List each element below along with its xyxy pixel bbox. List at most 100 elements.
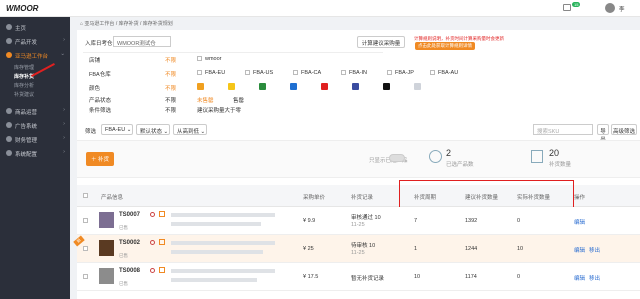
table-row[interactable]: 新 TS0002 已售 ¥ 25 待审核 10 11-25 1 1244 10 … (73, 235, 640, 263)
product-thumbnail[interactable] (99, 240, 114, 256)
info-icon[interactable] (159, 267, 165, 273)
fba-option[interactable]: FBA-EU (205, 70, 225, 76)
sidebar-item-ads[interactable]: 广告系统 › (0, 118, 70, 133)
sidebar-subitem[interactable]: 库存管理 (14, 64, 34, 71)
breadcrumb-item[interactable]: 库存补货 (119, 21, 139, 27)
checkbox[interactable] (245, 70, 250, 75)
filter-all-status[interactable]: 不限 (165, 96, 176, 104)
blurred-text (171, 278, 257, 282)
sidebar-item-product[interactable]: 产品开发 › (0, 34, 70, 49)
fba-option[interactable]: FBA-JP (395, 70, 414, 76)
info-icon[interactable] (150, 268, 155, 273)
color-swatch[interactable] (290, 83, 297, 90)
warehouse-select[interactable]: FBA-EU ⌄ (101, 124, 133, 135)
checkbox[interactable] (293, 70, 298, 75)
select-all-checkbox[interactable] (83, 193, 88, 198)
finance-icon (6, 136, 12, 142)
row-checkbox[interactable] (83, 246, 88, 251)
info-icon[interactable] (150, 240, 155, 245)
chevron-down-icon: ⌄ (60, 51, 65, 57)
logo[interactable]: WMOOR (6, 4, 38, 13)
table-row[interactable]: TS0007 已售 ¥ 9.9 审核通过 10 11-25 7 1392 0 编… (77, 207, 640, 235)
remove-link[interactable]: 移出 (589, 274, 600, 282)
color-swatch[interactable] (228, 83, 235, 90)
sidebar-item-home[interactable]: 主页 (0, 20, 70, 35)
product-thumbnail[interactable] (99, 212, 114, 228)
sku-text[interactable]: TS0007 (119, 212, 140, 218)
fba-option[interactable]: FBA-CA (301, 70, 321, 76)
checkbox[interactable] (197, 70, 202, 75)
checkbox[interactable] (341, 70, 346, 75)
fba-option[interactable]: FBA-AU (438, 70, 458, 76)
actual-qty[interactable]: 10 (517, 246, 523, 252)
sku-text[interactable]: TS0008 (119, 268, 140, 274)
row-checkbox[interactable] (83, 218, 88, 223)
store-option[interactable]: wmoor (205, 56, 222, 62)
info-icon[interactable] (159, 239, 165, 245)
remove-link[interactable]: 移出 (589, 246, 600, 254)
calc-suggest-button[interactable]: 计算建议采购量 (357, 36, 405, 48)
color-swatch[interactable] (259, 83, 266, 90)
info-icon[interactable] (159, 211, 165, 217)
filter-all-color[interactable]: 不限 (165, 84, 176, 92)
avatar[interactable] (605, 3, 615, 13)
cycle: 1 (414, 246, 418, 252)
selected-only-toggle[interactable] (389, 154, 405, 162)
color-swatch[interactable] (197, 83, 204, 90)
col-header[interactable]: 采购单价 (303, 193, 325, 201)
sidebar: 主页 产品开发 › 亚马逊工作台 ⌄ 库存管理 库存补货 库存分析 补货建议 商品运… (0, 17, 70, 299)
sidebar-item-settings[interactable]: 系统配置 › (0, 146, 70, 161)
edit-link[interactable]: 编辑 (574, 274, 585, 282)
message-icon[interactable] (563, 4, 571, 11)
sidebar-item-goods[interactable]: 商品运营 › (0, 104, 70, 119)
product-thumbnail[interactable] (99, 268, 114, 284)
fba-option[interactable]: FBA-IN (349, 70, 367, 76)
condition-option[interactable]: 建议采购量大于零 (197, 106, 241, 114)
notification-badge[interactable]: 15 (572, 2, 581, 7)
row-checkbox[interactable] (83, 274, 88, 279)
price: ¥ 17.5 (303, 274, 319, 280)
color-swatch[interactable] (383, 83, 390, 90)
sort-select[interactable]: 从高到低 ⌄ (173, 124, 207, 135)
status-select[interactable]: 默认状态 ⌄ (136, 124, 170, 135)
chevron-right-icon: › (63, 37, 65, 43)
checkbox[interactable] (197, 56, 202, 61)
home-icon[interactable]: ⌂ (80, 21, 83, 27)
color-swatch[interactable] (321, 83, 328, 90)
color-swatch[interactable] (414, 83, 421, 90)
checkbox[interactable] (387, 70, 392, 75)
info-icon[interactable] (150, 212, 155, 217)
filter-all-fba[interactable]: 不限 (165, 70, 176, 78)
status-option[interactable]: 未售罄 (197, 96, 214, 104)
filter-all-store[interactable]: 不限 (165, 56, 176, 64)
sidebar-item-amazon[interactable]: 亚马逊工作台 ⌄ (0, 48, 70, 63)
record-status[interactable]: 审核通过 10 (351, 213, 381, 221)
sidebar-subitem[interactable]: 库存分析 (14, 82, 34, 89)
suggest-qty: 1244 (465, 246, 478, 252)
breadcrumb-item[interactable]: 亚马逊工作台 (84, 21, 114, 27)
checkbox[interactable] (430, 70, 435, 75)
sku-text[interactable]: TS0002 (119, 240, 140, 246)
table-row[interactable]: TS0008 已售 ¥ 17.5 暂无补货记录 10 1174 0 编辑 移出 (77, 263, 640, 291)
advanced-filter-button[interactable]: 高级筛选 (611, 124, 637, 135)
rule-detail-button[interactable]: 点击此处获取计算规则详情 (415, 42, 475, 50)
status-option[interactable]: 售罄 (233, 96, 244, 104)
add-replenish-button[interactable]: ＋ 补货 (86, 152, 115, 166)
export-button[interactable]: 导出 (597, 124, 609, 143)
sidebar-subitem[interactable]: 补货建议 (14, 91, 34, 98)
search-input[interactable]: 搜索SKU (533, 124, 593, 135)
edit-link[interactable]: 编辑 (574, 218, 585, 226)
ad-icon (6, 122, 12, 128)
filter-all-condition[interactable]: 不限 (165, 106, 176, 114)
entry-select[interactable]: WMOOR测试仓 (113, 36, 171, 47)
col-header[interactable]: 补货记录 (351, 193, 373, 201)
edit-link[interactable]: 编辑 (574, 246, 585, 254)
record-status[interactable]: 待审核 10 (351, 241, 375, 249)
sidebar-item-finance[interactable]: 财务管理 › (0, 132, 70, 147)
actual-qty[interactable]: 0 (517, 274, 520, 280)
product-count-icon (429, 150, 442, 163)
fba-option[interactable]: FBA-US (253, 70, 273, 76)
user-name[interactable]: 李 (619, 5, 625, 13)
color-swatch[interactable] (352, 83, 359, 90)
actual-qty[interactable]: 0 (517, 218, 520, 224)
